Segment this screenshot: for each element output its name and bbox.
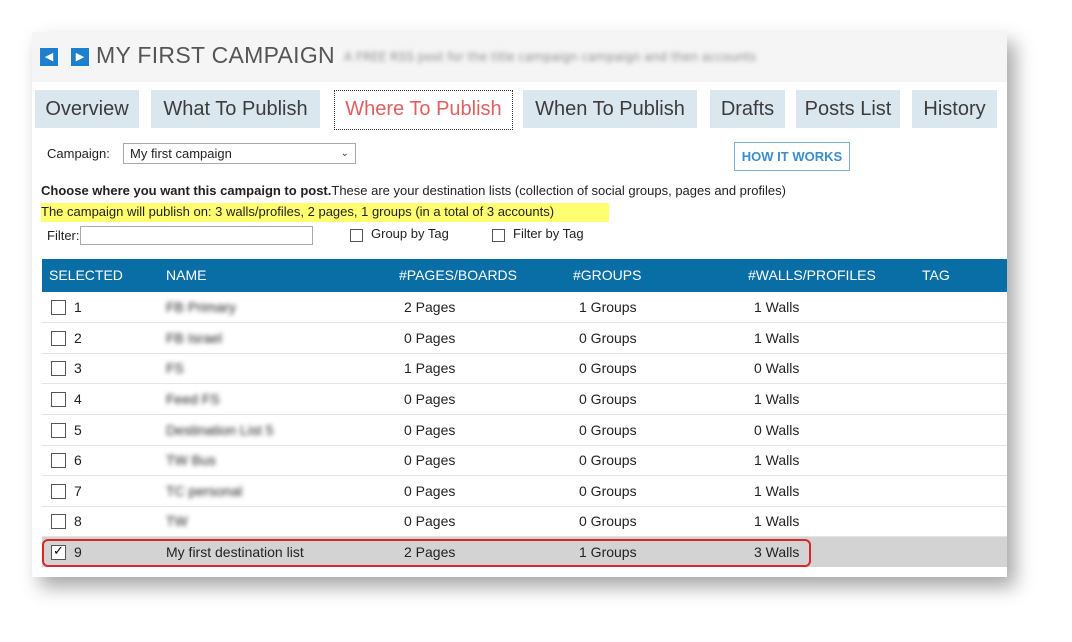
row-pages: 1 Pages (404, 360, 456, 376)
row-pages: 0 Pages (404, 391, 456, 407)
row-name: Destination List 5 (166, 422, 274, 438)
filter-by-tag-checkbox[interactable] (492, 229, 505, 242)
header-groups[interactable]: #GROUPS (573, 259, 641, 292)
title-bar: ◀ ▶ MY FIRST CAMPAIGN A FREE RSS post fo… (32, 32, 1007, 82)
row-groups: 0 Groups (579, 513, 637, 529)
tab-what-to-publish[interactable]: What To Publish (151, 90, 320, 128)
campaign-label: Campaign: (47, 146, 110, 161)
row-walls: 0 Walls (754, 360, 800, 376)
row-walls: 1 Walls (754, 299, 800, 315)
row-checkbox[interactable] (51, 361, 66, 376)
row-checkbox[interactable] (51, 300, 66, 315)
instructions-text: Choose where you want this campaign to p… (41, 183, 786, 198)
row-walls: 1 Walls (754, 483, 800, 499)
row-groups: 1 Groups (579, 299, 637, 315)
selection-callout-border (42, 539, 811, 567)
filter-by-tag-label: Filter by Tag (513, 226, 584, 241)
row-number: 4 (74, 391, 82, 407)
table-row[interactable]: 7 TC personal 0 Pages 0 Groups 1 Walls (42, 476, 1007, 507)
page-title: MY FIRST CAMPAIGN (96, 42, 335, 68)
instructions-rest: These are your destination lists (collec… (331, 183, 786, 198)
table-row[interactable]: 1 FB Primary 2 Pages 1 Groups 1 Walls (42, 292, 1007, 323)
table-row[interactable]: 5 Destination List 5 0 Pages 0 Groups 0 … (42, 415, 1007, 446)
group-by-tag-checkbox[interactable] (350, 229, 363, 242)
row-number: 3 (74, 360, 82, 376)
row-checkbox[interactable] (51, 514, 66, 529)
instructions-bold: Choose where you want this campaign to p… (41, 183, 332, 198)
row-groups: 0 Groups (579, 360, 637, 376)
tab-posts-list[interactable]: Posts List (796, 90, 900, 128)
row-pages: 0 Pages (404, 513, 456, 529)
row-walls: 1 Walls (754, 513, 800, 529)
app-window: ◀ ▶ MY FIRST CAMPAIGN A FREE RSS post fo… (32, 32, 1007, 577)
row-pages: 0 Pages (404, 452, 456, 468)
row-groups: 0 Groups (579, 452, 637, 468)
row-pages: 0 Pages (404, 330, 456, 346)
table-row[interactable]: 2 FB Israel 0 Pages 0 Groups 1 Walls (42, 323, 1007, 354)
row-walls: 1 Walls (754, 391, 800, 407)
header-selected[interactable]: SELECTED (49, 259, 123, 292)
tab-overview[interactable]: Overview (35, 90, 139, 128)
row-number: 6 (74, 452, 82, 468)
row-groups: 0 Groups (579, 330, 637, 346)
row-walls: 1 Walls (754, 452, 800, 468)
header-pages[interactable]: #PAGES/BOARDS (399, 259, 517, 292)
row-name: TW Bus (166, 452, 216, 468)
table-header: SELECTED NAME #PAGES/BOARDS #GROUPS #WAL… (42, 259, 1007, 292)
row-name: TW (166, 513, 188, 529)
row-number: 5 (74, 422, 82, 438)
header-tag[interactable]: TAG (922, 259, 950, 292)
row-checkbox[interactable] (51, 453, 66, 468)
filter-label: Filter: (47, 228, 80, 243)
row-groups: 0 Groups (579, 483, 637, 499)
how-it-works-button[interactable]: HOW IT WORKS (734, 142, 850, 171)
campaign-description: A FREE RSS post for the title campaign c… (344, 50, 756, 64)
tab-bar: Overview What To Publish Where To Publis… (32, 90, 1007, 130)
row-walls: 0 Walls (754, 422, 800, 438)
row-number: 7 (74, 483, 82, 499)
chevron-down-icon: ⌄ (340, 148, 349, 159)
header-walls[interactable]: #WALLS/PROFILES (748, 259, 876, 292)
row-number: 8 (74, 513, 82, 529)
campaign-select-value: My first campaign (130, 146, 232, 161)
row-number: 1 (74, 299, 82, 315)
row-name: TC personal (166, 483, 243, 499)
row-name: FB Israel (166, 330, 223, 346)
filter-input[interactable] (80, 226, 313, 245)
row-walls: 1 Walls (754, 330, 800, 346)
row-pages: 2 Pages (404, 299, 456, 315)
tab-history[interactable]: History (912, 90, 997, 128)
publish-summary: The campaign will publish on: 3 walls/pr… (41, 204, 555, 219)
row-checkbox[interactable] (51, 331, 66, 346)
row-name: FB Primary (166, 299, 236, 315)
group-by-tag-label: Group by Tag (371, 226, 449, 241)
table-row[interactable]: 3 FS 1 Pages 0 Groups 0 Walls (42, 353, 1007, 384)
table-row[interactable]: 8 TW 0 Pages 0 Groups 1 Walls (42, 506, 1007, 537)
table-row[interactable]: 6 TW Bus 0 Pages 0 Groups 1 Walls (42, 445, 1007, 476)
tab-when-to-publish[interactable]: When To Publish (523, 90, 697, 128)
row-pages: 0 Pages (404, 483, 456, 499)
campaign-select[interactable]: My first campaign ⌄ (123, 143, 356, 164)
row-checkbox[interactable] (51, 423, 66, 438)
row-checkbox[interactable] (51, 484, 66, 499)
row-groups: 0 Groups (579, 422, 637, 438)
row-groups: 0 Groups (579, 391, 637, 407)
back-arrow-icon[interactable]: ◀ (40, 48, 58, 66)
row-name: Feed FS (166, 391, 220, 407)
header-name[interactable]: NAME (166, 259, 206, 292)
row-name: FS (166, 360, 184, 376)
tab-where-to-publish[interactable]: Where To Publish (334, 90, 513, 130)
table-row[interactable]: 4 Feed FS 0 Pages 0 Groups 1 Walls (42, 384, 1007, 415)
row-pages: 0 Pages (404, 422, 456, 438)
row-checkbox[interactable] (51, 392, 66, 407)
row-number: 2 (74, 330, 82, 346)
forward-arrow-icon[interactable]: ▶ (71, 48, 89, 66)
tab-drafts[interactable]: Drafts (710, 90, 785, 128)
